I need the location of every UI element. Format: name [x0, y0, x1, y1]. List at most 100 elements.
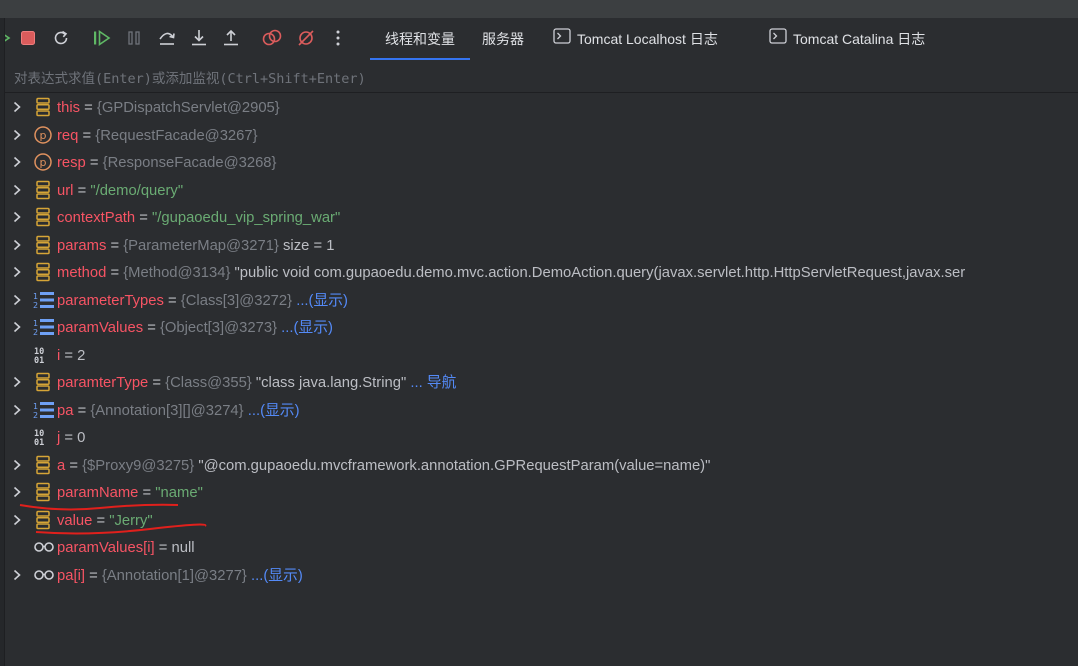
- pause-icon[interactable]: [122, 26, 146, 50]
- svg-text:1: 1: [33, 402, 38, 411]
- svg-text:1: 1: [33, 292, 38, 301]
- variable-text: paramValues = {Object[3]@3273} ...(显示): [57, 318, 333, 338]
- svg-text:p: p: [40, 129, 47, 142]
- variable-value: "/gupaoedu_vip_spring_war": [152, 210, 341, 226]
- variable-name: pa[i]: [57, 567, 85, 584]
- svg-text:2: 2: [33, 411, 38, 420]
- variable-row[interactable]: 10 01 j = 0: [0, 424, 1078, 452]
- variable-row[interactable]: paramName = "name": [0, 479, 1078, 507]
- variable-row[interactable]: paramterType = {Class@355} "class java.l…: [0, 369, 1078, 397]
- chevron-right-icon[interactable]: [10, 403, 24, 417]
- chevron-right-icon[interactable]: [10, 485, 24, 499]
- parameter-icon: p: [33, 125, 53, 145]
- variable-name: paramValues: [57, 320, 144, 336]
- equals-sign: =: [78, 127, 96, 144]
- chevron-right-icon[interactable]: [10, 100, 24, 114]
- svg-text:1: 1: [33, 319, 38, 328]
- variable-row[interactable]: p req = {RequestFacade@3267}: [0, 122, 1078, 150]
- chevron-right-icon[interactable]: [10, 128, 24, 142]
- variable-row[interactable]: 1 2 parameterTypes = {Class[3]@3272} ...(显…: [0, 287, 1078, 315]
- tab-tomcat-localhost-log[interactable]: Tomcat Localhost 日志: [553, 18, 718, 60]
- variable-text: paramValues[i] = null: [57, 538, 195, 558]
- show-link[interactable]: ...(显示): [248, 403, 300, 419]
- tab-threads-variables[interactable]: 线程和变量: [370, 18, 470, 60]
- array-icon: 12: [33, 317, 54, 337]
- variable-ref: {Object[3]@3273}: [159, 320, 278, 336]
- mute-breakpoints-icon[interactable]: [294, 26, 318, 50]
- chevron-right-icon[interactable]: [10, 238, 24, 252]
- resume-icon[interactable]: [90, 26, 114, 50]
- parameter-icon: p: [33, 152, 53, 172]
- variable-row[interactable]: p resp = {ResponseFacade@3268}: [0, 149, 1078, 177]
- variable-text: method = {Method@3134} "public void com.…: [57, 263, 965, 283]
- chevron-right-icon[interactable]: [10, 155, 24, 169]
- variables-tree: this = {GPDispatchServlet@2905} p req = {R…: [0, 94, 1078, 666]
- equals-sign: =: [163, 292, 181, 309]
- primitive-icon: 10 01: [33, 345, 53, 366]
- variable-text: pa[i] = {Annotation[1]@3277} ...(显示): [57, 566, 303, 586]
- chevron-right-icon[interactable]: [10, 375, 24, 389]
- step-over-icon[interactable]: [155, 26, 179, 50]
- variable-row[interactable]: a = {$Proxy9@3275} "@com.gupaoedu.mvcfra…: [0, 452, 1078, 480]
- svg-text:01: 01: [34, 356, 44, 365]
- tab-server[interactable]: 服务器: [482, 18, 524, 60]
- variable-text: value = "Jerry": [57, 511, 153, 531]
- variable-row[interactable]: url = "/demo/query": [0, 177, 1078, 205]
- variable-row[interactable]: this = {GPDispatchServlet@2905}: [0, 94, 1078, 122]
- terminal-icon: [769, 18, 787, 60]
- equals-sign: =: [106, 237, 124, 254]
- equals-sign: =: [148, 375, 166, 391]
- variable-row[interactable]: paramValues[i] = null: [0, 534, 1078, 562]
- variable-text: contextPath = "/gupaoedu_vip_spring_war": [57, 208, 340, 228]
- variable-value: 2: [77, 347, 86, 364]
- variable-text: paramterType = {Class@355} "class java.l…: [57, 373, 456, 393]
- variable-value: "@com.gupaoedu.mvcframework.annotation.G…: [198, 457, 711, 474]
- chevron-right-icon[interactable]: [10, 183, 24, 197]
- chevron-right-icon[interactable]: [10, 210, 24, 224]
- array-icon: 12: [33, 400, 54, 420]
- tab-label: Tomcat Catalina 日志: [793, 31, 926, 47]
- variable-text: params = {ParameterMap@3271} size = 1: [57, 236, 334, 256]
- chevron-right-icon[interactable]: [10, 265, 24, 279]
- variable-name: a: [57, 457, 66, 474]
- variable-row[interactable]: contextPath = "/gupaoedu_vip_spring_war": [0, 204, 1078, 232]
- variable-value: "Jerry": [109, 512, 153, 529]
- chevron-right-icon[interactable]: [10, 568, 24, 582]
- equals-sign: =: [60, 347, 78, 364]
- variable-row[interactable]: params = {ParameterMap@3271} size = 1: [0, 232, 1078, 260]
- chevron-right-icon[interactable]: [10, 320, 24, 334]
- view-breakpoints-icon[interactable]: [260, 26, 284, 50]
- variable-name: value: [57, 512, 93, 529]
- show-link[interactable]: ...(显示): [296, 293, 348, 309]
- variable-row[interactable]: 1 2 pa = {Annotation[3][]@3274} ...(显示): [0, 397, 1078, 425]
- step-into-icon[interactable]: [187, 26, 211, 50]
- variable-row[interactable]: method = {Method@3134} "public void com.…: [0, 259, 1078, 287]
- equals-sign: =: [154, 540, 172, 556]
- field-icon: [33, 207, 53, 227]
- variable-ref: {Class@355}: [165, 375, 252, 391]
- variable-name: this: [57, 100, 81, 116]
- more-vertical-icon[interactable]: [326, 26, 350, 50]
- chevron-right-icon[interactable]: [10, 513, 24, 527]
- variable-row[interactable]: value = "Jerry": [0, 507, 1078, 535]
- field-icon: [33, 262, 53, 282]
- variable-row[interactable]: 1 2 paramValues = {Object[3]@3273} ...(显示): [0, 314, 1078, 342]
- variable-text: paramName = "name": [57, 483, 203, 503]
- field-icon: [33, 372, 53, 392]
- show-link[interactable]: ... 导航: [410, 375, 456, 391]
- equals-sign: =: [85, 155, 103, 171]
- show-link[interactable]: ...(显示): [251, 568, 303, 584]
- equals-sign: =: [73, 402, 91, 419]
- restart-icon[interactable]: [49, 26, 73, 50]
- stop-icon[interactable]: [16, 26, 40, 50]
- evaluate-expression-field[interactable]: 对表达式求值(Enter)或添加监视(Ctrl+Shift+Enter): [0, 60, 1078, 93]
- show-link[interactable]: ...(显示): [281, 320, 333, 336]
- variable-row[interactable]: 10 01 i = 2: [0, 342, 1078, 370]
- variable-text: pa = {Annotation[3][]@3274} ...(显示): [57, 401, 300, 421]
- variable-row[interactable]: pa[i] = {Annotation[1]@3277} ...(显示): [0, 562, 1078, 590]
- variable-ref: {Class[3]@3272}: [180, 292, 293, 309]
- step-out-icon[interactable]: [219, 26, 243, 50]
- chevron-right-icon[interactable]: [10, 458, 24, 472]
- chevron-right-icon[interactable]: [10, 293, 24, 307]
- tab-tomcat-catalina-log[interactable]: Tomcat Catalina 日志: [769, 18, 925, 60]
